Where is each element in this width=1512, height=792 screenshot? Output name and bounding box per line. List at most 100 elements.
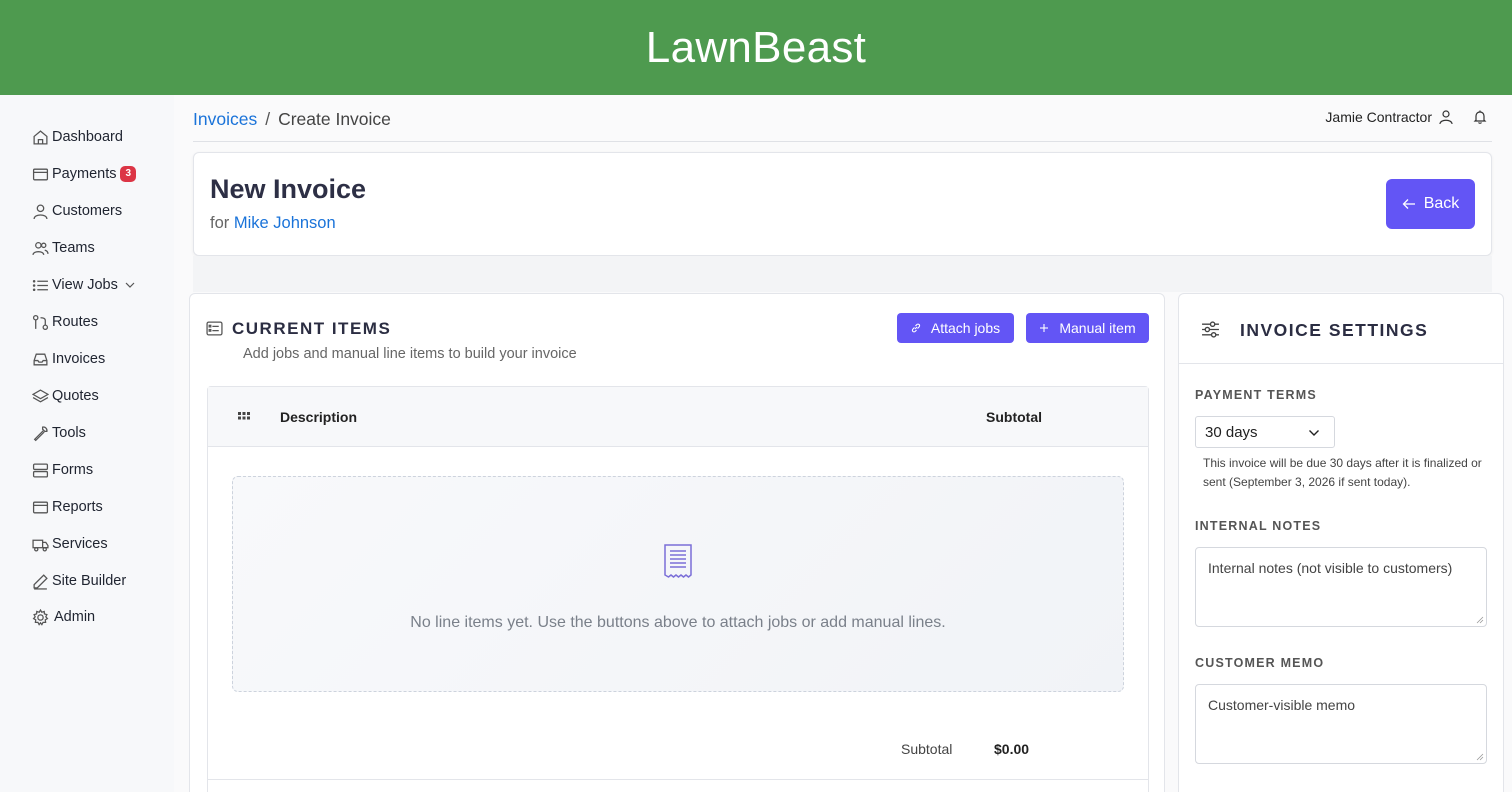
sidebar-item-services[interactable]: Services [31,532,108,556]
sidebar-item-customers[interactable]: Customers [31,199,122,223]
header-divider [193,141,1492,142]
grip-icon [238,412,250,420]
sidebar-item-admin[interactable]: Admin [31,605,95,629]
customer-link[interactable]: Mike Johnson [234,214,336,232]
sidebar-item-teams[interactable]: Teams [31,236,95,260]
arrow-left-icon [1402,199,1415,209]
home-icon [31,128,49,146]
sidebar-item-label: Reports [52,499,103,515]
sidebar-item-label: Tools [52,425,86,441]
payment-terms-value: 30 days [1205,423,1258,441]
internal-notes-field[interactable]: Internal notes (not visible to customers… [1195,547,1487,627]
sidebar-item-forms[interactable]: Forms [31,458,93,482]
empty-state-text: No line items yet. Use the buttons above… [410,614,946,631]
sidebar-item-dashboard[interactable]: Dashboard [31,125,123,149]
sidebar-item-view-jobs[interactable]: View Jobs [31,273,136,297]
user-name: Jamie Contractor [1325,109,1432,125]
customer-memo-placeholder: Customer-visible memo [1208,697,1356,713]
resize-handle-icon[interactable] [1476,616,1484,624]
internal-notes-placeholder: Internal notes (not visible to customers… [1208,560,1453,576]
settings-title: INVOICE SETTINGS [1240,320,1429,340]
payments-count-badge: 3 [120,166,137,182]
plus-icon [1040,324,1049,332]
subtotal-value: $0.00 [994,741,1030,757]
sidebar-item-label: Customers [52,203,123,219]
sidebar-item-label: Site Builder [52,573,127,589]
resize-handle-icon[interactable] [1476,753,1484,761]
table-header: Description Subtotal [208,387,1148,447]
section-spacer [193,256,1492,292]
route-icon [31,313,49,331]
receipt-icon [664,544,692,578]
current-items-title: CURRENT ITEMS [232,319,392,338]
payment-terms-label: PAYMENT TERMS [1195,388,1317,402]
sidebar-item-label: Invoices [52,351,106,367]
bell-icon[interactable] [1472,109,1488,125]
internal-notes-label: INTERNAL NOTES [1195,519,1322,533]
sidebar-item-routes[interactable]: Routes [31,310,98,334]
sidebar-item-label: Payments [52,166,117,182]
line-items-table: Description Subtotal No line items yet. … [207,386,1149,792]
sidebar: Dashboard Payments 3 Customers Teams Vie… [0,95,174,792]
column-description: Description [280,409,358,425]
payment-terms-select[interactable]: 30 days [1195,416,1335,448]
sidebar-item-label: Routes [52,314,98,330]
page-title: New Invoice [210,174,367,204]
wrench-icon [31,424,49,442]
list-card-icon [206,321,223,336]
chevron-down-icon [125,282,135,288]
reports-icon [31,498,49,516]
for-prefix: for [210,214,230,232]
empty-state: No line items yet. Use the buttons above… [232,476,1124,692]
forms-icon [31,461,49,479]
breadcrumb-invoices-link[interactable]: Invoices [193,109,257,130]
sidebar-item-reports[interactable]: Reports [31,495,103,519]
manual-item-button[interactable]: Manual item [1026,313,1149,343]
sidebar-item-label: Services [52,536,108,552]
attach-jobs-label: Attach jobs [930,320,1001,336]
brand-title: LawnBeast [645,22,867,72]
gear-icon [31,608,49,626]
link-icon [911,323,921,333]
truck-icon [31,535,49,553]
breadcrumb-current: Create Invoice [278,109,391,129]
settings-header: INVOICE SETTINGS [1179,294,1503,364]
sidebar-item-label: Admin [54,609,96,625]
manual-item-label: Manual item [1059,320,1136,336]
user-menu[interactable]: Jamie Contractor [1325,109,1488,125]
attach-jobs-button[interactable]: Attach jobs [897,313,1014,343]
current-items-subtitle: Add jobs and manual line items to build … [243,346,577,362]
current-items-card: CURRENT ITEMS Add jobs and manual line i… [189,293,1165,792]
chevron-down-icon [1309,430,1319,436]
payment-terms-help: This invoice will be due 30 days after i… [1203,456,1482,489]
users-icon [31,239,49,257]
user-icon [1439,110,1453,125]
breadcrumb-separator: / [265,109,271,129]
sidebar-item-tools[interactable]: Tools [31,421,86,445]
credit-card-icon [31,165,49,183]
table-footer-divider [208,779,1148,780]
invoice-settings-card: INVOICE SETTINGS PAYMENT TERMS 30 days T… [1178,293,1504,792]
sidebar-item-payments[interactable]: Payments 3 [31,162,137,186]
app-header: LawnBeast [0,0,1512,95]
invoice-header-card: New Invoice for Mike Johnson Back [193,152,1492,256]
back-label: Back [1423,195,1460,212]
user-icon [31,202,49,220]
sidebar-item-invoices[interactable]: Invoices [31,347,105,371]
subtotal-label: Subtotal [901,741,953,757]
back-button[interactable]: Back [1386,179,1475,229]
pen-icon [31,572,49,590]
sliders-icon [1202,321,1219,338]
sidebar-item-site-builder[interactable]: Site Builder [31,569,126,593]
sidebar-item-label: Teams [52,240,95,256]
customer-memo-field[interactable]: Customer-visible memo [1195,684,1487,764]
invoice-customer-line: for Mike Johnson [210,214,336,233]
list-icon [31,276,49,294]
layers-icon [31,387,49,405]
sidebar-item-quotes[interactable]: Quotes [31,384,99,408]
sidebar-item-label: Dashboard [52,129,123,145]
main-content: Invoices / Create Invoice Jamie Contract… [174,95,1512,792]
sidebar-item-label: Forms [52,462,94,478]
inbox-icon [31,350,49,368]
sidebar-item-label: View Jobs [52,277,118,293]
